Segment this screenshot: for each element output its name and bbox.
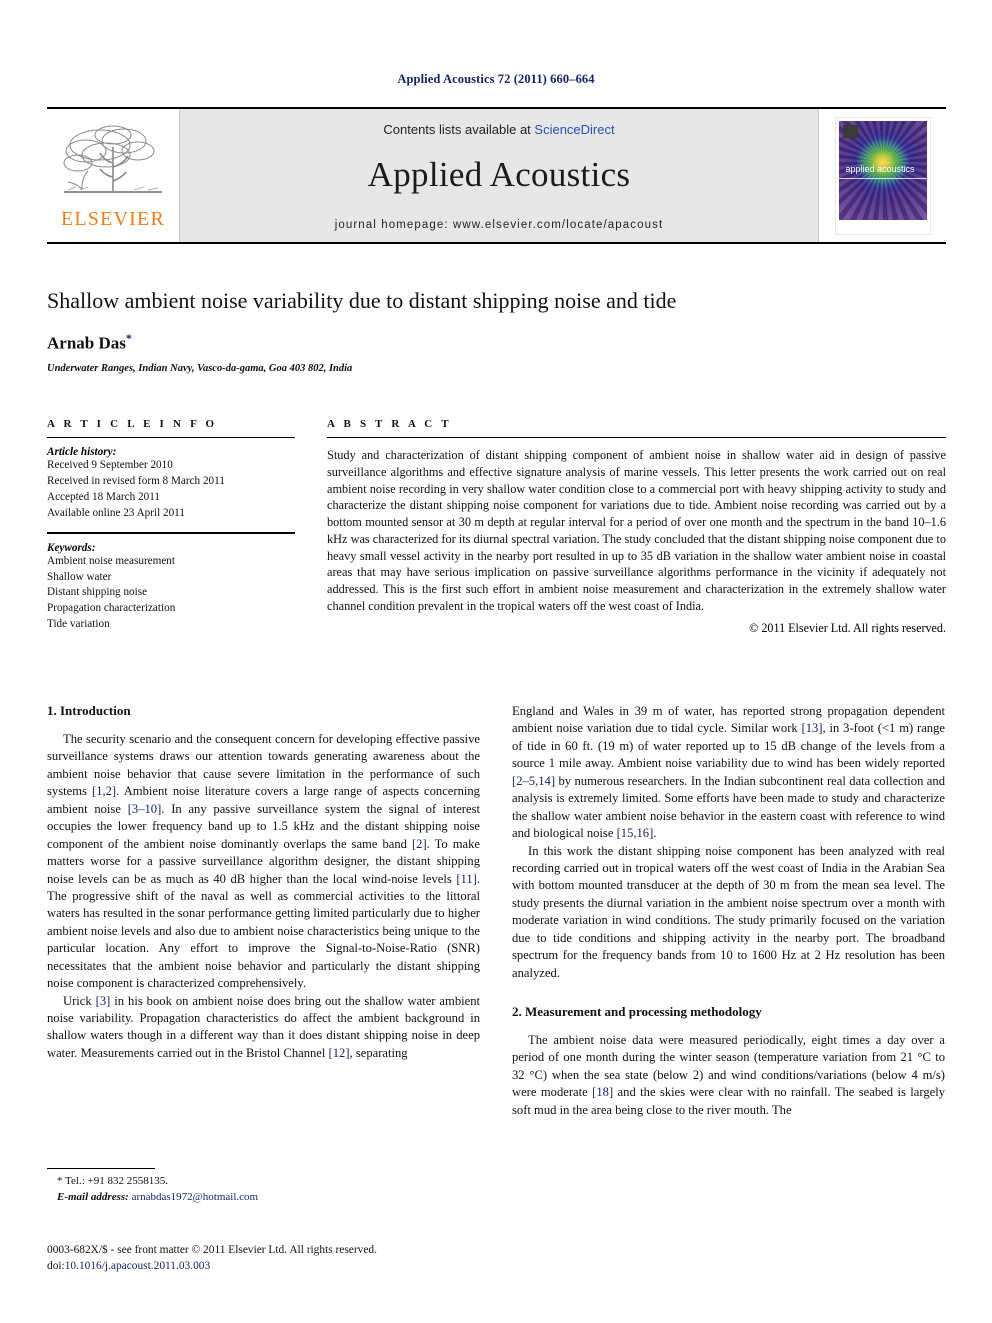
elsevier-wordmark: ELSEVIER — [60, 207, 166, 230]
citation-ref[interactable]: [11] — [456, 872, 477, 886]
section-heading-methodology: 2. Measurement and processing methodolog… — [512, 1004, 762, 1019]
keyword-item: Propagation characterization — [47, 602, 176, 615]
citation-ref[interactable]: [2–5,14] — [512, 774, 555, 788]
section-heading-introduction: 1. Introduction — [47, 703, 131, 718]
elsevier-tree-icon — [63, 125, 162, 193]
masthead-center: Contents lists available at ScienceDirec… — [180, 109, 818, 242]
journal-cover-thumbnail: applied acoustics — [834, 116, 931, 235]
doi-line: doi:10.1016/j.apacoust.2011.03.003 — [47, 1258, 647, 1274]
article-info-label: A R T I C L E I N F O — [47, 418, 218, 430]
text-run: . The progressive shift of the naval as … — [47, 871, 480, 991]
corresponding-author-marker: * — [125, 331, 132, 346]
abstract-text: Study and characterization of distant sh… — [327, 448, 946, 614]
keyword-item: Shallow water — [47, 570, 112, 583]
journal-title: Applied Acoustics — [367, 155, 631, 194]
contents-available-line: Contents lists available at ScienceDirec… — [383, 122, 614, 137]
citation-ref[interactable]: [3] — [96, 994, 111, 1008]
info-abstract-region: A R T I C L E I N F O Article history: R… — [47, 418, 946, 636]
footnote-rule — [47, 1168, 155, 1169]
paragraph: The security scenario and the consequent… — [47, 731, 480, 993]
sciencedirect-link[interactable]: ScienceDirect — [534, 122, 614, 137]
text-run: Urick — [63, 993, 96, 1008]
title-block: Shallow ambient noise variability due to… — [47, 288, 946, 374]
abstract-copyright: © 2011 Elsevier Ltd. All rights reserved… — [749, 620, 946, 635]
abstract-label: A B S T R A C T — [327, 418, 452, 430]
keywords-rule — [47, 531, 295, 534]
citation-ref[interactable]: [3–10] — [128, 802, 162, 816]
page-title: Shallow ambient noise variability due to… — [47, 288, 677, 313]
journal-homepage-link[interactable]: journal homepage: www.elsevier.com/locat… — [335, 219, 664, 231]
footnote-email: E-mail address: arnabdas1972@hotmail.com — [47, 1190, 480, 1206]
footnote-block: * Tel.: +91 832 2558135. E-mail address:… — [47, 1168, 480, 1206]
paragraph: Urick [3] in his book on ambient noise d… — [47, 993, 480, 1063]
abstract-rule — [327, 437, 946, 438]
keyword-item: Ambient noise measurement — [47, 554, 176, 567]
text-run: by numerous researchers. In the Indian s… — [512, 773, 945, 841]
footnote-telephone: * Tel.: +91 832 2558135. — [57, 1175, 168, 1187]
contents-prefix: Contents lists available at — [383, 122, 535, 137]
journal-cover-block: applied acoustics — [818, 109, 946, 242]
citation-ref[interactable]: [18] — [592, 1085, 613, 1099]
paragraph: In this work the distant shipping noise … — [512, 843, 945, 980]
email-link[interactable]: arnabdas1972@hotmail.com — [132, 1191, 259, 1203]
history-item: Received 9 September 2010 — [47, 459, 173, 471]
email-label: E-mail address: — [57, 1190, 129, 1203]
paragraph: The ambient noise data were measured per… — [512, 1032, 945, 1119]
keyword-item: Distant shipping noise — [47, 586, 148, 599]
text-run: in his book on ambient noise does bring … — [47, 993, 480, 1060]
cover-footer-strip — [838, 219, 927, 234]
colophon-block: 0003-682X/$ - see front matter © 2011 El… — [47, 1242, 647, 1274]
cover-divider — [838, 177, 927, 179]
running-head: Applied Acoustics 72 (2011) 660–664 — [397, 72, 595, 86]
doi-value[interactable]: 10.1016/j.apacoust.2011.03.003 — [65, 1260, 210, 1272]
text-run: , separating — [349, 1045, 408, 1060]
citation-ref[interactable]: [1,2] — [92, 784, 116, 798]
citation-ref[interactable]: [2] — [412, 837, 427, 851]
body-column-right: England and Wales in 39 m of water, has … — [512, 703, 945, 1119]
text-run: . — [653, 826, 657, 841]
author-label: Arnab Das — [47, 334, 126, 354]
history-item: Received in revised form 8 March 2011 — [47, 474, 225, 487]
cover-logo-badge — [842, 124, 858, 138]
paragraph: England and Wales in 39 m of water, has … — [512, 703, 945, 843]
body-column-left: 1. Introduction The security scenario an… — [47, 703, 480, 1119]
cover-journal-title: applied acoustics — [845, 163, 915, 174]
publisher-logo-block: ELSEVIER — [47, 109, 180, 242]
keywords-label: Keywords: — [47, 541, 96, 554]
article-info-column: A R T I C L E I N F O Article history: R… — [47, 418, 295, 636]
body-columns: 1. Introduction The security scenario an… — [47, 703, 946, 1119]
author-affiliation: Underwater Ranges, Indian Navy, Vasco-da… — [47, 363, 353, 375]
article-history-label: Article history: — [47, 446, 117, 458]
doi-label: doi: — [47, 1260, 65, 1273]
journal-masthead: ELSEVIER Contents lists available at Sci… — [47, 107, 946, 244]
issn-copyright-line: 0003-682X/$ - see front matter © 2011 El… — [47, 1244, 377, 1256]
history-item: Accepted 18 March 2011 — [47, 490, 160, 503]
citation-ref[interactable]: [12] — [329, 1046, 350, 1060]
author-name: Arnab Das* — [47, 331, 946, 354]
keyword-item: Tide variation — [47, 618, 110, 631]
citation-ref[interactable]: [13] — [802, 721, 823, 735]
paper-page: Applied Acoustics 72 (2011) 660–664 ELSE… — [0, 0, 992, 1323]
citation-ref[interactable]: [15,16] — [617, 826, 654, 840]
article-info-rule — [47, 437, 295, 438]
abstract-column: A B S T R A C T Study and characterizati… — [327, 418, 946, 636]
history-item: Available online 23 April 2011 — [47, 506, 185, 519]
